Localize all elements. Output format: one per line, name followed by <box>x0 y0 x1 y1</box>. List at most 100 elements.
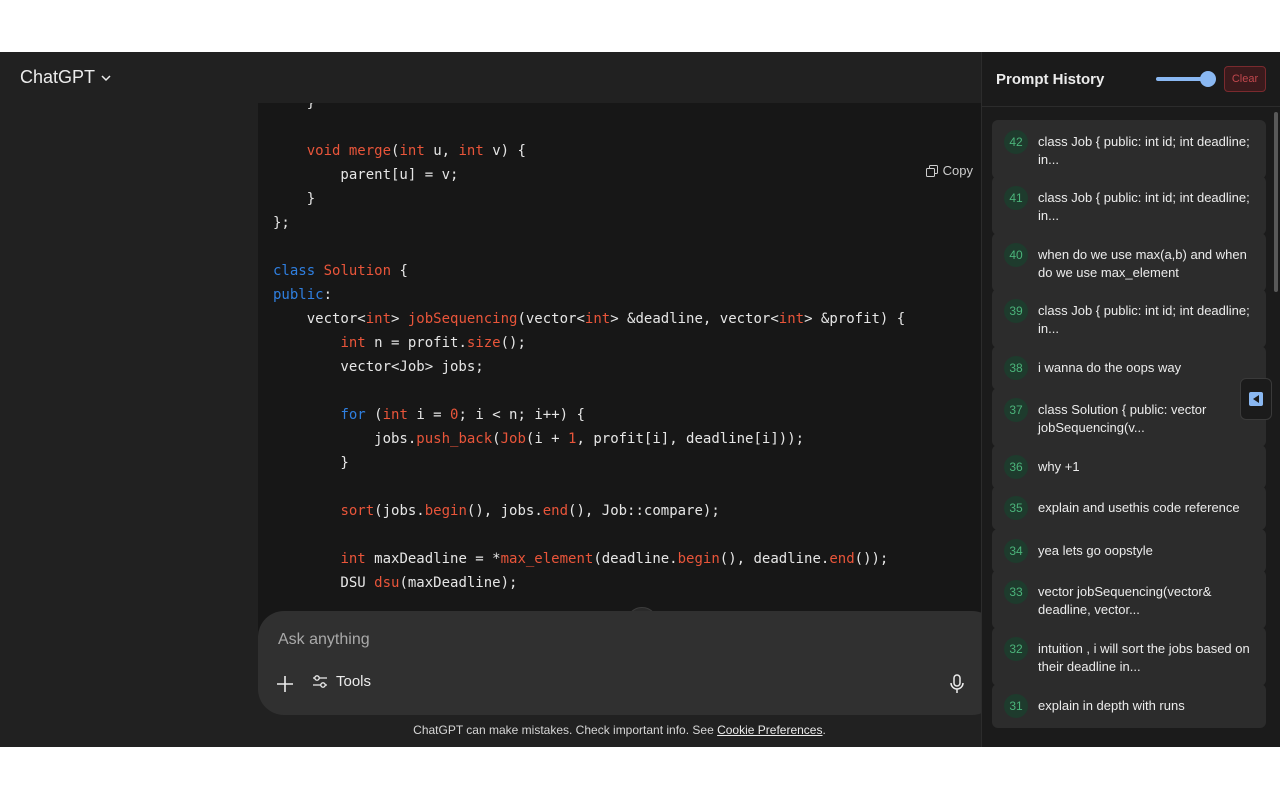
copy-icon <box>925 164 938 177</box>
history-item-text: yea lets go oopstyle <box>1038 543 1153 558</box>
history-item[interactable]: 40 when do we use max(a,b) and when do we… <box>992 233 1266 292</box>
history-item-number: 32 <box>1004 637 1028 661</box>
history-item[interactable]: 41 class Job { public: int id; int deadli… <box>992 176 1266 235</box>
code-token: ( <box>365 407 383 423</box>
code-line: DSU dsu(maxDeadline); <box>273 571 905 595</box>
history-item-text: i wanna do the oops way <box>1038 360 1182 375</box>
clear-history-button[interactable]: Clear <box>1224 66 1266 92</box>
app-window: ChatGPT Copy } void merge(int u, int v) … <box>0 52 1280 747</box>
code-token: begin <box>677 551 720 567</box>
code-token: v) { <box>483 143 526 159</box>
panel-scrollbar[interactable] <box>1274 112 1278 292</box>
code-block: Copy } void merge(int u, int v) { parent… <box>258 103 981 661</box>
history-item[interactable]: 35 explain and usethis code reference <box>992 486 1266 530</box>
tools-button[interactable]: Tools <box>312 673 371 690</box>
history-item[interactable]: 32 intuition , i will sort the jobs based… <box>992 627 1266 686</box>
top-bar: ChatGPT <box>0 52 981 103</box>
code-line: void merge(int u, int v) { <box>273 139 905 163</box>
code-token: end <box>829 551 855 567</box>
history-item-number: 36 <box>1004 455 1028 479</box>
code-token: int <box>340 335 366 351</box>
code-line: parent[u] = v; <box>273 163 905 187</box>
history-item-number: 40 <box>1004 243 1028 267</box>
code-token: public <box>273 287 324 303</box>
code-content: } void merge(int u, int v) { parent[u] =… <box>273 103 905 595</box>
history-item-number: 37 <box>1004 398 1028 422</box>
code-line: } <box>273 103 905 115</box>
model-selector-button[interactable]: ChatGPT <box>20 67 111 88</box>
history-item-text: when do we use max(a,b) and when do we u… <box>1038 247 1247 280</box>
code-line: sort(jobs.begin(), jobs.end(), Job::comp… <box>273 499 905 523</box>
code-token: merge <box>348 143 392 159</box>
panel-title: Prompt History <box>996 70 1105 88</box>
history-item[interactable]: 42 class Job { public: int id; int deadli… <box>992 120 1266 179</box>
history-item-text: intuition , i will sort the jobs based o… <box>1038 641 1250 674</box>
triangle-left-icon <box>1249 392 1263 406</box>
code-token: i = <box>407 407 451 423</box>
slider-thumb[interactable] <box>1200 71 1216 87</box>
plus-icon[interactable] <box>274 673 296 695</box>
history-item-number: 31 <box>1004 694 1028 718</box>
history-item[interactable]: 38 i wanna do the oops way <box>992 346 1266 390</box>
code-token: ()); <box>854 551 889 567</box>
disclaimer-text: ChatGPT can make mistakes. Check importa… <box>413 723 718 737</box>
code-line: vector<int> jobSequencing(vector<int> &d… <box>273 307 906 331</box>
code-token: class <box>273 263 316 279</box>
history-item-text: class Job { public: int id; int deadline… <box>1038 134 1250 167</box>
copy-code-button[interactable]: Copy <box>925 163 973 178</box>
history-item[interactable]: 34 yea lets go oopstyle <box>992 529 1266 573</box>
history-item[interactable]: 37 class Solution { public: vector jobSeq… <box>992 388 1266 447</box>
code-token: } <box>273 191 316 207</box>
history-item-text: vector jobSequencing(vector& deadline, v… <box>1038 584 1212 617</box>
code-token: parent[u] = v; <box>273 167 459 183</box>
code-line: } <box>273 451 905 475</box>
code-token: u, <box>424 143 459 159</box>
copy-label: Copy <box>942 163 973 178</box>
history-item[interactable]: 39 class Job { public: int id; int deadli… <box>992 289 1266 348</box>
message-composer: Tools <box>258 611 998 715</box>
chevron-down-icon <box>101 74 111 81</box>
code-token: int <box>584 311 611 327</box>
code-token: for <box>340 407 366 423</box>
code-token: (maxDeadline); <box>399 575 518 591</box>
model-label: ChatGPT <box>20 67 96 87</box>
prompt-input[interactable] <box>278 631 878 649</box>
code-token: } <box>273 455 349 471</box>
history-item-number: 41 <box>1004 186 1028 210</box>
code-token: : <box>323 287 333 303</box>
code-line: int n = profit.size(); <box>273 331 905 355</box>
history-item-text: class Solution { public: vector jobSeque… <box>1038 402 1207 435</box>
code-line: vector<Job> jobs; <box>273 355 905 379</box>
microphone-icon[interactable] <box>946 673 968 695</box>
history-item-text: class Job { public: int id; int deadline… <box>1038 303 1250 336</box>
tools-label: Tools <box>336 673 372 690</box>
cookie-preferences-link[interactable]: Cookie Preferences <box>717 723 822 737</box>
collapse-panel-button[interactable] <box>1240 378 1272 420</box>
history-item-text: class Job { public: int id; int deadline… <box>1038 190 1250 223</box>
code-token: size <box>466 335 501 351</box>
history-item-number: 42 <box>1004 130 1028 154</box>
code-line: jobs.push_back(Job(i + 1, profit[i], dea… <box>273 427 905 451</box>
code-token: push_back <box>416 431 493 447</box>
history-toggle-slider[interactable] <box>1156 71 1216 87</box>
history-item-number: 38 <box>1004 356 1028 380</box>
disclaimer-suffix: . <box>822 723 826 737</box>
code-token: }; <box>273 215 290 231</box>
code-token: ; i < n; i++) { <box>458 407 585 423</box>
history-item-number: 39 <box>1004 299 1028 323</box>
code-token: vector< <box>273 311 366 327</box>
code-toolbar: Copy <box>925 163 973 178</box>
code-line: public: <box>273 283 905 307</box>
history-item[interactable]: 31 explain in depth with runs <box>992 684 1266 728</box>
code-token: int <box>458 143 484 159</box>
history-item[interactable]: 33 vector jobSequencing(vector& deadline,… <box>992 570 1266 629</box>
code-token: (jobs. <box>374 503 425 519</box>
code-token: end <box>542 503 569 519</box>
history-item[interactable]: 36 why +1 <box>992 445 1266 489</box>
code-token: (), deadline. <box>719 551 830 567</box>
